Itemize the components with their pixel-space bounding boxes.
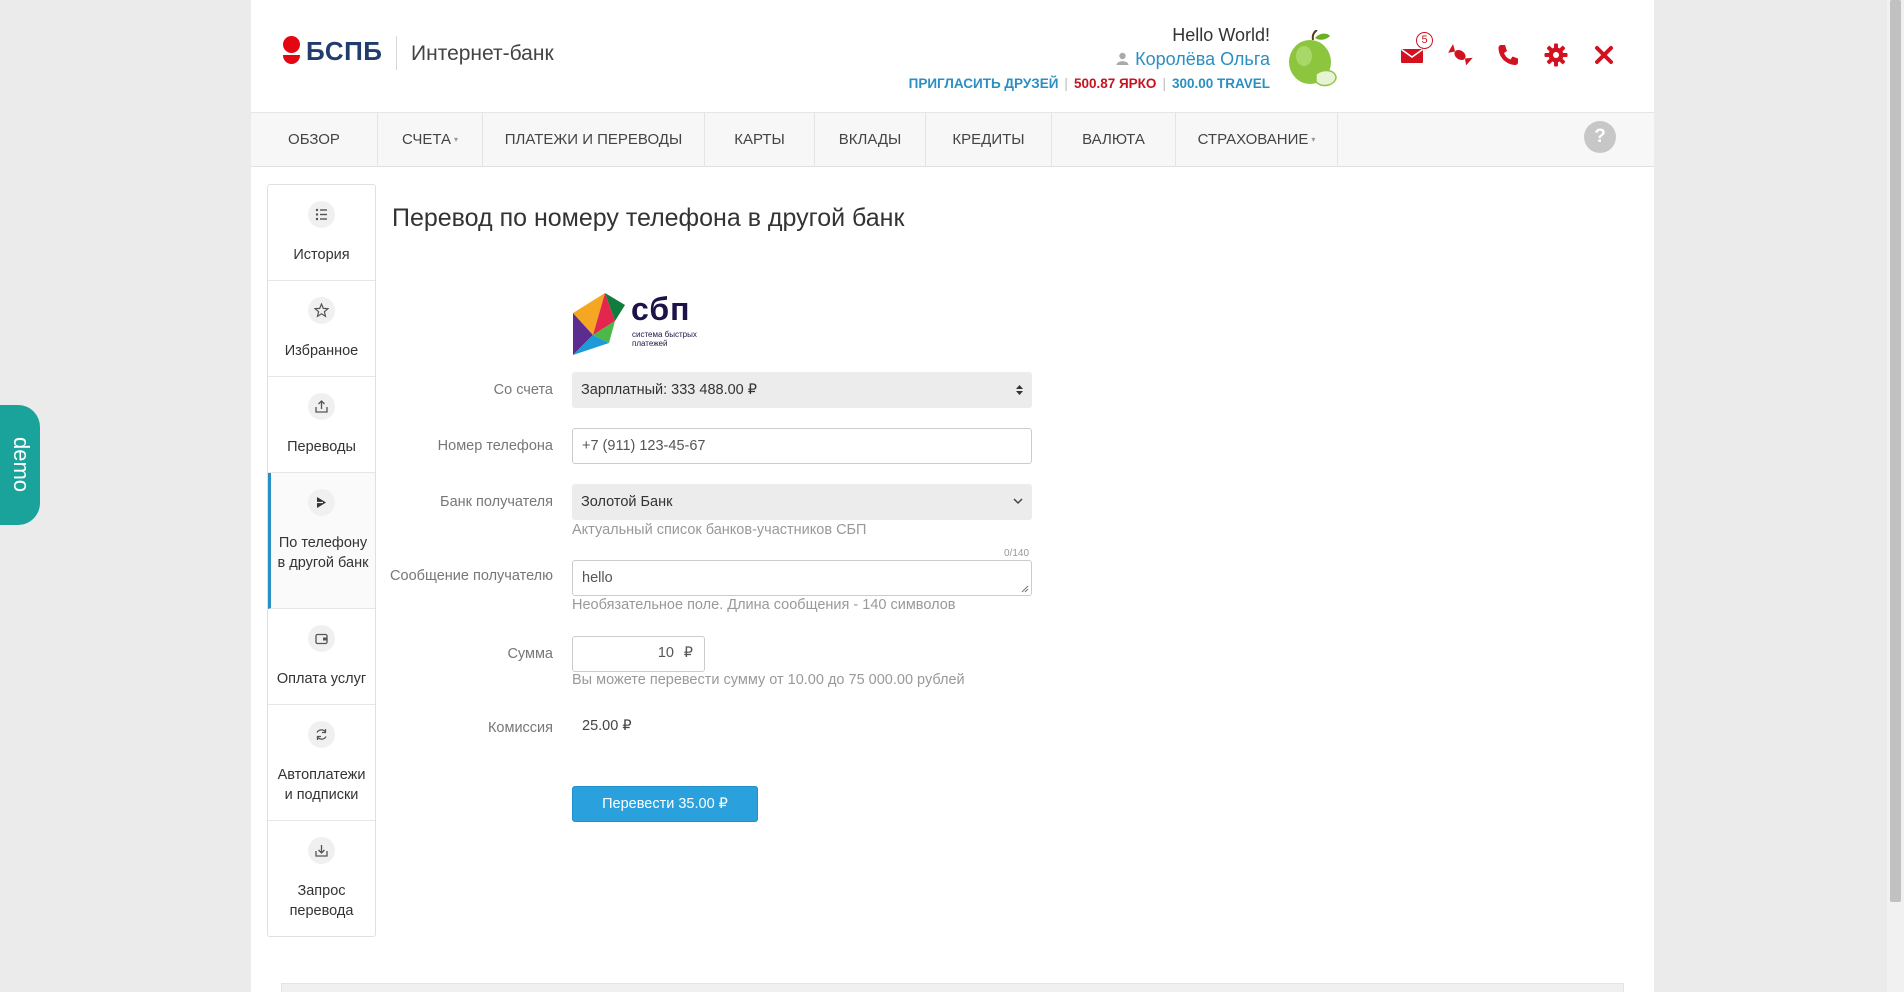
resize-grip-icon[interactable]: [1021, 585, 1029, 593]
main-nav: ОБЗОР СЧЕТА ▾ ПЛАТЕЖИ И ПЕРЕВОДЫ КАРТЫ ВК…: [251, 112, 1654, 167]
promo-separator: |: [1064, 76, 1068, 91]
caret-down-icon: ▾: [1311, 135, 1316, 144]
nav-cards[interactable]: КАРТЫ: [705, 113, 815, 167]
account-select[interactable]: Зарплатный: 333 488.00 ₽: [572, 372, 1032, 408]
sidebar-item-request[interactable]: Запрос перевода: [268, 821, 375, 937]
yarko-balance-link[interactable]: 500.87 ЯРКО: [1074, 76, 1157, 91]
sidebar-item-label: Оплата услуг: [276, 671, 367, 687]
bank-hint-link[interactable]: Актуальный список банков-участников СБП: [572, 522, 866, 538]
promo-separator: |: [1162, 76, 1166, 91]
user-profile-link[interactable]: Королёва Ольга: [1116, 49, 1270, 70]
phone-input-value: +7 (911) 123-45-67: [582, 438, 706, 454]
nav-overview[interactable]: ОБЗОР: [251, 113, 378, 167]
sbp-logo-text: сбп: [631, 291, 691, 327]
caret-down-icon: ▾: [454, 135, 459, 144]
scrollbar-thumb[interactable]: [1890, 0, 1901, 902]
sidebar-item-favorites[interactable]: Избранное: [268, 281, 375, 377]
header-actions: 5: [1399, 32, 1617, 68]
phone-icon[interactable]: [1495, 42, 1521, 68]
nav-currency[interactable]: ВАЛЮТА: [1052, 113, 1176, 167]
help-icon[interactable]: ?: [1584, 121, 1616, 153]
user-name: Королёва Ольга: [1135, 49, 1270, 69]
sbp-logo-subtitle: платежей: [632, 339, 668, 348]
nav-accounts[interactable]: СЧЕТА ▾: [378, 113, 483, 167]
bank-logo-icon[interactable]: [283, 36, 300, 67]
sidebar-item-label: Автоплатежи и подписки: [277, 767, 366, 803]
list-icon: [308, 201, 335, 228]
greeting: Hello World!: [1172, 25, 1270, 45]
chevron-down-icon: [1012, 484, 1024, 534]
message-textarea[interactable]: hello: [572, 560, 1032, 596]
page-title: Перевод по номеру телефона в другой банк: [392, 204, 905, 232]
account-label: Со счета: [493, 382, 553, 398]
sort-arrows-icon: [1015, 372, 1024, 408]
sidebar-item-label: Избранное: [284, 343, 359, 359]
message-hint: Необязательное поле. Длина сообщения - 1…: [572, 597, 956, 613]
sidebar-item-label: Запрос перевода: [289, 883, 354, 919]
request-icon: [308, 837, 335, 864]
star-icon: [308, 297, 335, 324]
wallet-icon: [308, 625, 335, 652]
bank-select[interactable]: Золотой Банк: [572, 484, 1032, 520]
nav-label: ПЛАТЕЖИ И ПЕРЕВОДЫ: [504, 131, 683, 148]
demo-tab[interactable]: demo: [0, 405, 40, 525]
footer-strip: [281, 983, 1624, 992]
transfer-icon: [308, 393, 335, 420]
transfer-submit-button[interactable]: Перевести 35.00 ₽: [572, 786, 758, 822]
amount-hint: Вы можете перевести сумму от 10.00 до 75…: [572, 672, 965, 688]
mail-badge: 5: [1416, 32, 1433, 49]
currency-symbol: ₽: [683, 645, 693, 661]
close-icon[interactable]: [1591, 42, 1617, 68]
nav-credits[interactable]: КРЕДИТЫ: [926, 113, 1052, 167]
message-label: Сообщение получателю: [390, 568, 553, 584]
travel-balance-link[interactable]: 300.00 TRAVEL: [1172, 76, 1270, 91]
sidebar-item-history[interactable]: История: [268, 185, 375, 281]
bank-page: БСПБ Интернет-банк Hello World! Королёва…: [251, 0, 1654, 992]
logo-divider: [396, 36, 397, 70]
sbp-icon: [308, 489, 335, 516]
nav-label: КРЕДИТЫ: [952, 131, 1025, 148]
candy-icon[interactable]: [1447, 42, 1473, 68]
fee-label: Комиссия: [487, 720, 553, 736]
nav-label: КАРТЫ: [734, 131, 785, 148]
nav-label: ОБЗОР: [288, 131, 340, 148]
demo-label: demo: [9, 437, 34, 493]
nav-insurance[interactable]: СТРАХОВАНИЕ ▾: [1176, 113, 1338, 167]
bank-label: Банк получателя: [440, 494, 553, 510]
fee-value: 25.00 ₽: [582, 718, 632, 734]
amount-value: 10: [657, 645, 674, 661]
phone-label: Номер телефона: [437, 438, 553, 454]
message-counter: 0/140: [1004, 548, 1030, 559]
sidebar-item-label: История: [293, 247, 350, 263]
promo-bar: ПРИГЛАСИТЬ ДРУЗЕЙ | 500.87 ЯРКО | 300.00…: [909, 76, 1270, 91]
amount-input[interactable]: 10 ₽: [572, 636, 705, 672]
message-value: hello: [582, 570, 613, 586]
nav-label: ВАЛЮТА: [1082, 131, 1145, 148]
nav-label: СТРАХОВАНИЕ: [1197, 131, 1309, 148]
transfers-sidebar: История Избранное Переводы По телефону в…: [267, 184, 376, 937]
nav-label: СЧЕТА: [401, 131, 451, 148]
amount-label: Сумма: [507, 646, 553, 662]
refresh-icon: [308, 721, 335, 748]
nav-label: ВКЛАДЫ: [838, 131, 902, 148]
apple-avatar-icon[interactable]: [1286, 29, 1338, 88]
bank-select-value: Золотой Банк: [581, 494, 673, 510]
gear-icon[interactable]: [1543, 42, 1569, 68]
mail-icon[interactable]: 5: [1399, 32, 1433, 68]
account-select-value: Зарплатный: 333 488.00 ₽: [581, 382, 757, 398]
phone-input[interactable]: +7 (911) 123-45-67: [572, 428, 1032, 464]
sbp-logo: сбп система быстрых платежей: [571, 291, 707, 357]
sbp-logo-subtitle: система быстрых: [632, 330, 697, 339]
bank-logo-text[interactable]: БСПБ: [306, 36, 383, 67]
nav-payments[interactable]: ПЛАТЕЖИ И ПЕРЕВОДЫ: [483, 113, 705, 167]
invite-friends-link[interactable]: ПРИГЛАСИТЬ ДРУЗЕЙ: [909, 76, 1059, 91]
app-subtitle: Интернет-банк: [411, 42, 554, 65]
user-icon: [1116, 52, 1129, 68]
nav-deposits[interactable]: ВКЛАДЫ: [815, 113, 926, 167]
